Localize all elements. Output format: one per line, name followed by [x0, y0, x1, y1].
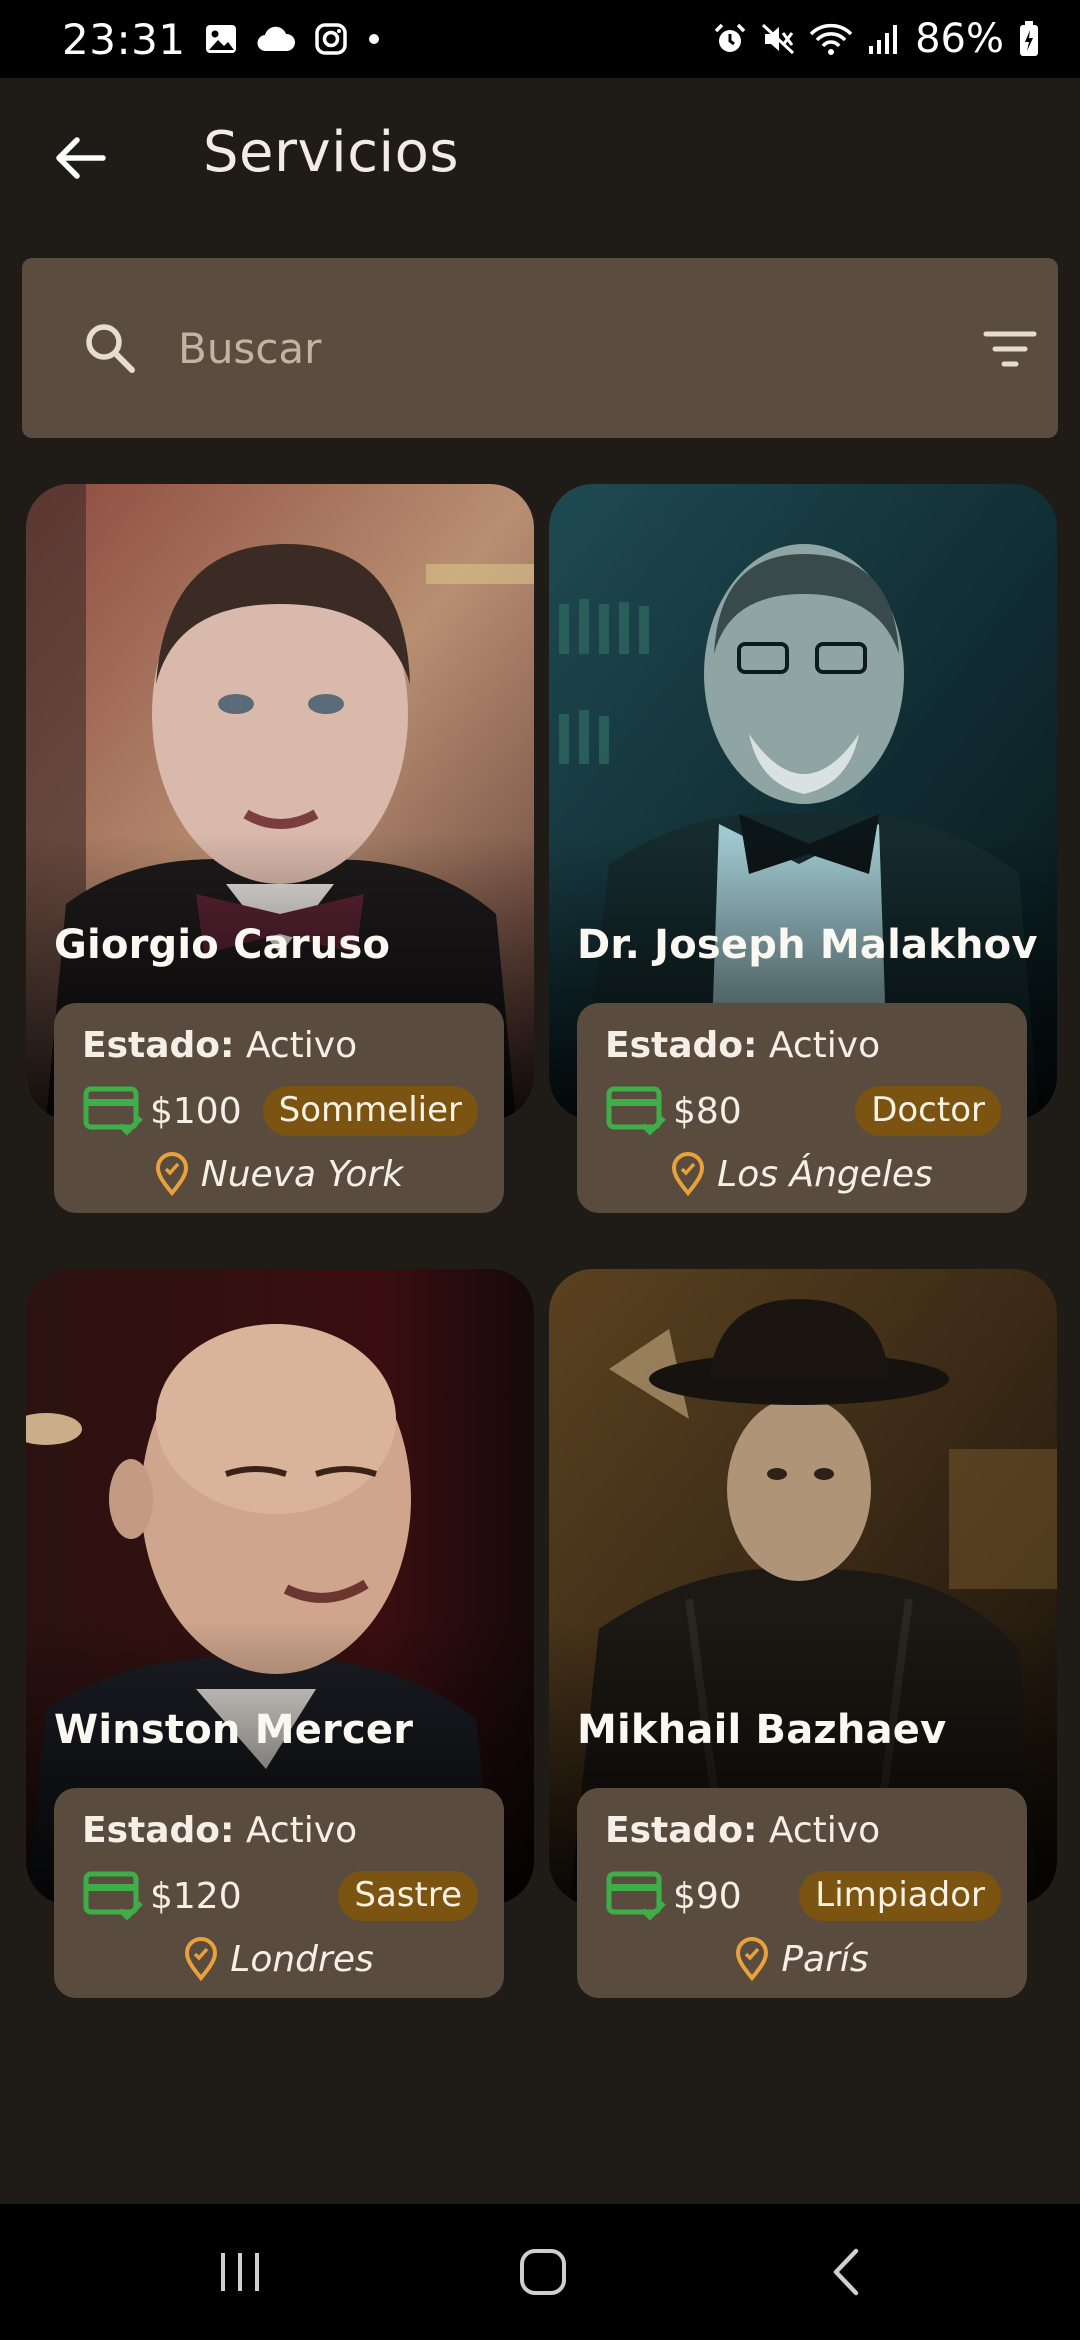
credit-card-check-icon — [83, 1871, 143, 1921]
location: Nueva York — [200, 1153, 404, 1195]
battery-icon — [1018, 20, 1040, 58]
price: $80 — [673, 1090, 742, 1132]
mute-icon — [761, 22, 795, 56]
recents-button[interactable] — [200, 2240, 280, 2304]
status-value: Activo — [768, 1810, 881, 1851]
back-button[interactable] — [40, 126, 120, 190]
dot-icon — [366, 31, 382, 47]
location-pin-icon — [736, 1937, 769, 1981]
credit-card-check-icon — [606, 1086, 666, 1136]
price-row: $80 Doctor — [605, 1081, 1001, 1141]
search-bar[interactable] — [22, 258, 1058, 438]
location-pin-icon — [185, 1937, 218, 1981]
role-badge: Limpiador — [799, 1871, 1001, 1921]
home-icon — [520, 2249, 566, 2295]
price: $90 — [673, 1875, 742, 1917]
nav-back-button[interactable] — [806, 2240, 886, 2304]
search-icon — [86, 324, 135, 373]
info-panel: Estado: Activo $120 Sastre Londres — [54, 1788, 504, 1998]
role-badge: Doctor — [855, 1086, 1001, 1136]
price-row: $90 Limpiador — [605, 1866, 1001, 1926]
status-label: Estado: — [82, 1025, 235, 1066]
gallery-icon — [204, 22, 238, 56]
price: $100 — [150, 1090, 242, 1132]
location: Los Ángeles — [717, 1153, 933, 1195]
home-button[interactable] — [503, 2240, 583, 2304]
status-line: Estado: Activo — [82, 1810, 357, 1851]
nav-back-icon — [833, 2248, 859, 2296]
location-row: Nueva York — [54, 1149, 504, 1199]
price-row: $100 Sommelier — [82, 1081, 478, 1141]
signal-icon — [867, 22, 901, 56]
instagram-icon — [314, 22, 348, 56]
card-name: Winston Mercer — [54, 1707, 414, 1753]
price: $120 — [150, 1875, 242, 1917]
status-left: 23:31 — [62, 15, 382, 64]
info-panel: Estado: Activo $90 Limpiador París — [577, 1788, 1027, 1998]
card-name: Dr. Joseph Malakhov — [577, 922, 1038, 968]
location-row: Londres — [54, 1934, 504, 1984]
status-line: Estado: Activo — [605, 1025, 880, 1066]
credit-card-check-icon — [606, 1871, 666, 1921]
wifi-icon — [809, 22, 853, 56]
price-row: $120 Sastre — [82, 1866, 478, 1926]
info-panel: Estado: Activo $80 Doctor Los Ángeles — [577, 1003, 1027, 1213]
recents-icon — [221, 2253, 259, 2291]
credit-card-check-icon — [83, 1086, 143, 1136]
location: París — [781, 1938, 869, 1980]
status-label: Estado: — [82, 1810, 235, 1851]
status-time: 23:31 — [62, 14, 186, 64]
info-panel: Estado: Activo $100 Sommelier Nueva York — [54, 1003, 504, 1213]
location-row: Los Ángeles — [577, 1149, 1027, 1199]
role-badge: Sommelier — [262, 1086, 478, 1136]
role-badge: Sastre — [338, 1871, 478, 1921]
location-pin-icon — [672, 1152, 705, 1196]
status-label: Estado: — [605, 1810, 758, 1851]
status-value: Activo — [245, 1025, 358, 1066]
app-bar: Servicios — [0, 78, 1080, 238]
search-input[interactable] — [178, 313, 938, 383]
status-value: Activo — [245, 1810, 358, 1851]
filter-icon[interactable] — [982, 328, 1038, 370]
status-label: Estado: — [605, 1025, 758, 1066]
status-line: Estado: Activo — [82, 1025, 357, 1066]
cloud-icon — [256, 25, 296, 53]
card-name: Giorgio Caruso — [54, 922, 391, 968]
location: Londres — [230, 1938, 374, 1980]
status-bar: 23:31 86% — [0, 0, 1080, 78]
location-pin-icon — [155, 1152, 188, 1196]
status-value: Activo — [768, 1025, 881, 1066]
status-right: 86% — [713, 16, 1040, 62]
alarm-icon — [713, 22, 747, 56]
location-row: París — [577, 1934, 1027, 1984]
system-nav-bar — [0, 2204, 1080, 2340]
page-title: Servicios — [203, 120, 460, 185]
battery-percent: 86% — [915, 16, 1004, 62]
card-name: Mikhail Bazhaev — [577, 1707, 947, 1753]
status-line: Estado: Activo — [605, 1810, 880, 1851]
arrow-left-icon — [56, 137, 106, 179]
